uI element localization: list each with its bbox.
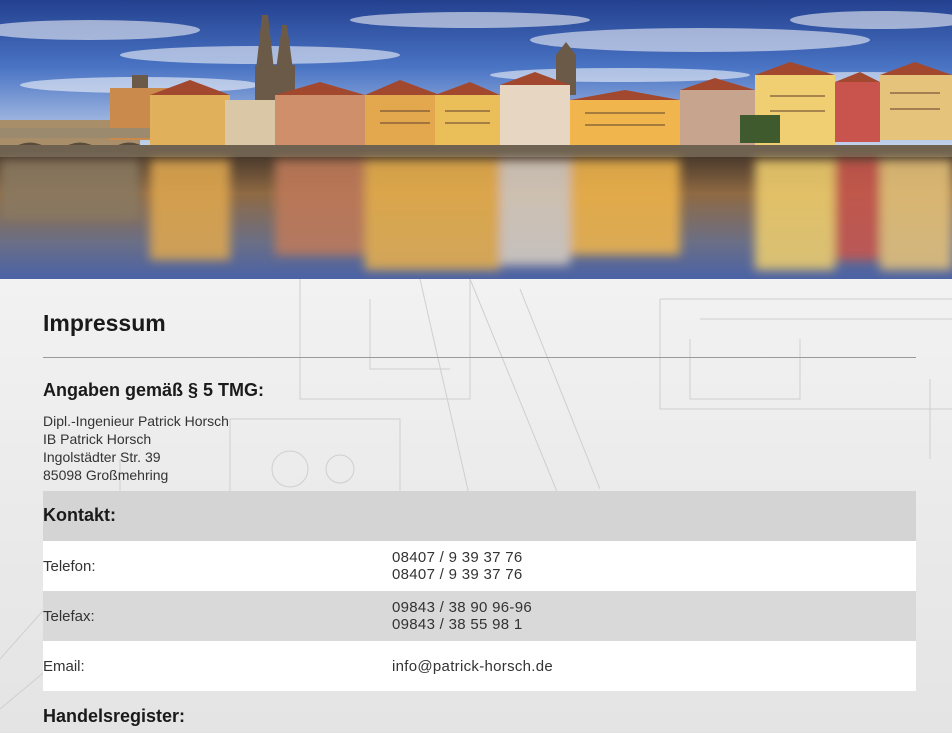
fax-values: 09843 / 38 90 96-96 09843 / 38 55 98 1 <box>392 591 532 641</box>
address-line: 85098 Großmehring <box>43 467 169 483</box>
address-line: Ingolstädter Str. 39 <box>43 449 161 465</box>
contact-heading-row: Kontakt: <box>43 491 916 541</box>
contact-table: Kontakt: Telefon: 08407 / 9 39 37 76 084… <box>43 491 916 691</box>
address-line: IB Patrick Horsch <box>43 431 152 447</box>
page-title: Impressum <box>43 310 166 336</box>
register-heading: Handelsregister: <box>43 706 186 726</box>
address-block: Dipl.-Ingenieur Patrick Horsch IB Patric… <box>43 412 229 484</box>
email-link[interactable]: info@patrick-horsch.de <box>392 658 553 675</box>
title-divider <box>43 357 916 358</box>
contact-row-email: Email: info@patrick-horsch.de <box>43 641 916 691</box>
fax-label: Telefax: <box>43 607 95 625</box>
phone-number: 08407 / 9 39 37 76 <box>392 566 523 583</box>
contact-row-phone: Telefon: 08407 / 9 39 37 76 08407 / 9 39… <box>43 541 916 591</box>
fax-number: 09843 / 38 90 96-96 <box>392 599 532 616</box>
email-label: Email: <box>43 657 85 675</box>
phone-values: 08407 / 9 39 37 76 08407 / 9 39 37 76 <box>392 541 523 591</box>
address-line: Dipl.-Ingenieur Patrick Horsch <box>43 413 229 429</box>
contact-row-fax: Telefax: 09843 / 38 90 96-96 09843 / 38 … <box>43 591 916 641</box>
phone-label: Telefon: <box>43 557 96 575</box>
phone-number: 08407 / 9 39 37 76 <box>392 549 523 566</box>
tmg-heading: Angaben gemäß § 5 TMG: <box>43 380 265 400</box>
email-values: info@patrick-horsch.de <box>392 641 553 691</box>
impressum-section: Impressum Angaben gemäß § 5 TMG: Dipl.-I… <box>0 279 952 733</box>
hero-banner-image <box>0 0 952 279</box>
fax-number: 09843 / 38 55 98 1 <box>392 616 523 633</box>
contact-heading: Kontakt: <box>43 505 116 525</box>
